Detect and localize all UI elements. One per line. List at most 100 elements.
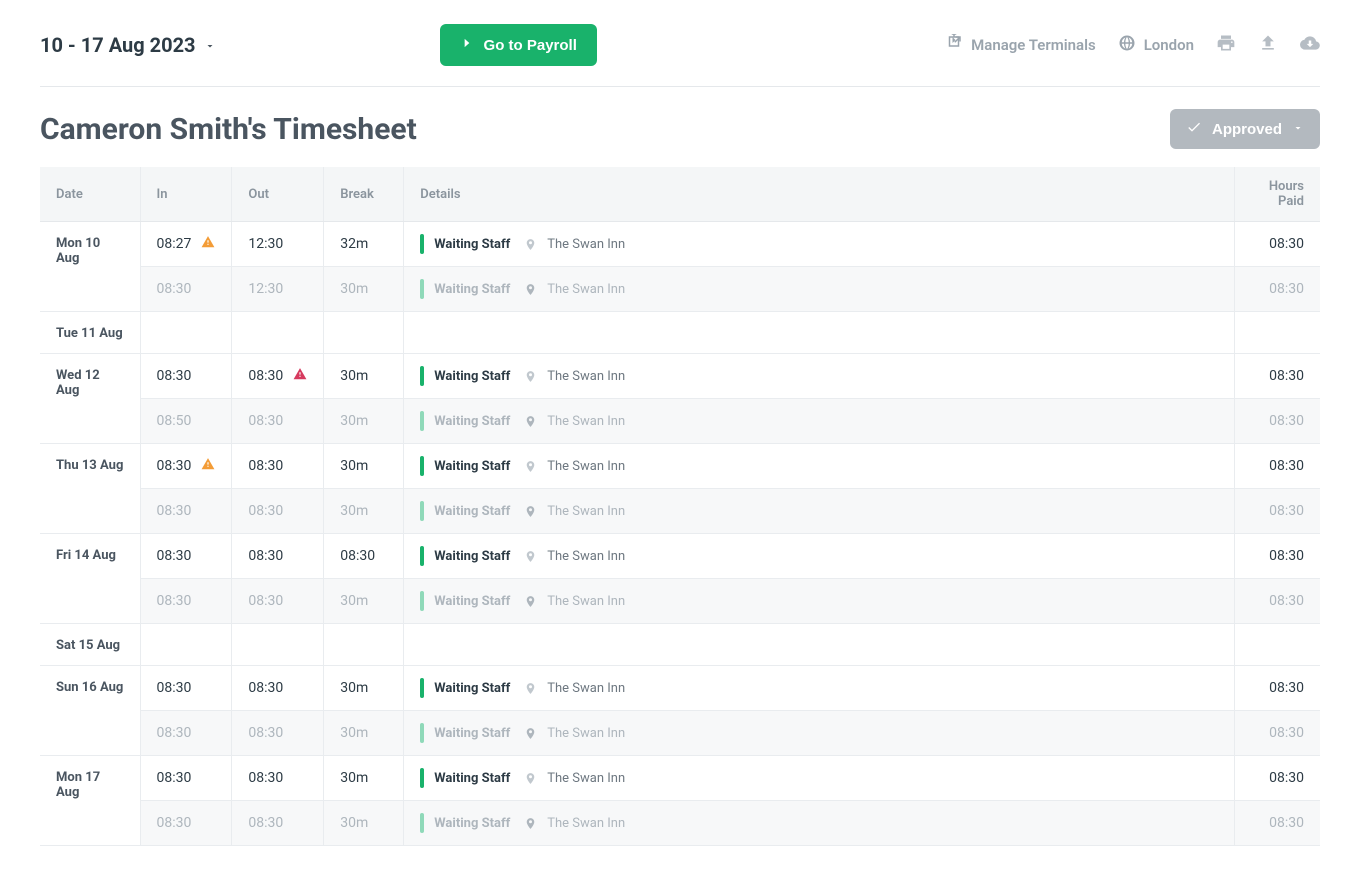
in-time: 08:30: [157, 725, 192, 741]
date-range-label: 10 - 17 Aug 2023: [40, 33, 196, 57]
out-time: 08:30: [248, 548, 283, 564]
manage-terminals-link[interactable]: Manage Terminals: [945, 34, 1096, 56]
details-cell[interactable]: Waiting StaffThe Swan Inn: [404, 756, 1234, 801]
location-label: The Swan Inn: [547, 282, 625, 297]
check-icon: [1186, 119, 1202, 139]
break-cell[interactable]: 30m: [324, 399, 404, 444]
table-row[interactable]: 08:3008:3030mWaiting StaffThe Swan Inn08…: [40, 579, 1320, 624]
table-row[interactable]: Thu 13 Aug08:3008:3030mWaiting StaffThe …: [40, 444, 1320, 489]
role-bar: [420, 456, 424, 476]
details-cell[interactable]: Waiting StaffThe Swan Inn: [404, 222, 1234, 267]
break-cell[interactable]: 30m: [324, 666, 404, 711]
role-bar: [420, 279, 424, 299]
role-bar: [420, 813, 424, 833]
in-cell[interactable]: 08:27: [140, 222, 232, 267]
out-time: 08:30: [248, 770, 283, 786]
in-cell[interactable]: 08:30: [140, 711, 232, 756]
break-value: 30m: [340, 593, 368, 609]
terminal-icon: [945, 34, 963, 56]
out-cell[interactable]: 08:30: [232, 354, 324, 399]
table-row[interactable]: Fri 14 Aug08:3008:3008:30Waiting StaffTh…: [40, 534, 1320, 579]
download-button[interactable]: [1300, 33, 1320, 57]
in-cell[interactable]: 08:30: [140, 267, 232, 312]
go-to-payroll-button[interactable]: Go to Payroll: [440, 24, 597, 66]
out-cell[interactable]: 08:30: [232, 399, 324, 444]
role-label: Waiting Staff: [434, 237, 510, 252]
out-cell[interactable]: 08:30: [232, 711, 324, 756]
table-row[interactable]: 08:3008:3030mWaiting StaffThe Swan Inn08…: [40, 711, 1320, 756]
date-range-selector[interactable]: 10 - 17 Aug 2023: [40, 33, 216, 57]
warning-orange-icon: [201, 235, 215, 253]
details-cell[interactable]: Waiting StaffThe Swan Inn: [404, 666, 1234, 711]
role-bar: [420, 546, 424, 566]
table-row[interactable]: Mon 17 Aug08:3008:3030mWaiting StaffThe …: [40, 756, 1320, 801]
approved-button[interactable]: Approved: [1170, 109, 1320, 149]
table-row[interactable]: Wed 12 Aug08:3008:3030mWaiting StaffThe …: [40, 354, 1320, 399]
go-to-payroll-label: Go to Payroll: [484, 37, 577, 54]
out-time: 08:30: [248, 815, 283, 831]
hours-paid-value: 08:30: [1269, 368, 1304, 384]
out-cell[interactable]: 08:30: [232, 534, 324, 579]
in-cell[interactable]: 08:30: [140, 444, 232, 489]
table-row[interactable]: Tue 11 Aug: [40, 312, 1320, 354]
out-cell[interactable]: 12:30: [232, 267, 324, 312]
table-row[interactable]: Sun 16 Aug08:3008:3030mWaiting StaffThe …: [40, 666, 1320, 711]
break-cell[interactable]: 30m: [324, 579, 404, 624]
col-out: Out: [232, 167, 324, 222]
details-cell[interactable]: Waiting StaffThe Swan Inn: [404, 267, 1234, 312]
break-value: 32m: [340, 236, 368, 252]
out-time: 08:30: [248, 503, 283, 519]
out-cell[interactable]: 08:30: [232, 666, 324, 711]
out-cell[interactable]: 08:30: [232, 489, 324, 534]
break-cell[interactable]: 30m: [324, 444, 404, 489]
out-cell[interactable]: 08:30: [232, 579, 324, 624]
empty-cell: [404, 312, 1234, 354]
break-cell[interactable]: 32m: [324, 222, 404, 267]
in-cell[interactable]: 08:50: [140, 399, 232, 444]
details-cell[interactable]: Waiting StaffThe Swan Inn: [404, 444, 1234, 489]
break-cell[interactable]: 30m: [324, 489, 404, 534]
table-row[interactable]: 08:3008:3030mWaiting StaffThe Swan Inn08…: [40, 489, 1320, 534]
details-cell[interactable]: Waiting StaffThe Swan Inn: [404, 801, 1234, 846]
break-cell[interactable]: 30m: [324, 756, 404, 801]
out-cell[interactable]: 08:30: [232, 801, 324, 846]
out-cell[interactable]: 08:30: [232, 444, 324, 489]
hours-paid-cell: 08:30: [1234, 801, 1320, 846]
in-cell[interactable]: 08:30: [140, 801, 232, 846]
in-cell[interactable]: 08:30: [140, 489, 232, 534]
in-cell[interactable]: 08:30: [140, 354, 232, 399]
in-cell[interactable]: 08:30: [140, 756, 232, 801]
in-cell[interactable]: 08:30: [140, 534, 232, 579]
details-cell[interactable]: Waiting StaffThe Swan Inn: [404, 579, 1234, 624]
break-cell[interactable]: 08:30: [324, 534, 404, 579]
details-cell[interactable]: Waiting StaffThe Swan Inn: [404, 489, 1234, 534]
date-cell: Tue 11 Aug: [40, 312, 140, 354]
break-cell[interactable]: 30m: [324, 801, 404, 846]
details-cell[interactable]: Waiting StaffThe Swan Inn: [404, 711, 1234, 756]
role-label: Waiting Staff: [434, 771, 510, 786]
break-cell[interactable]: 30m: [324, 354, 404, 399]
out-cell[interactable]: 12:30: [232, 222, 324, 267]
table-row[interactable]: 08:5008:3030mWaiting StaffThe Swan Inn08…: [40, 399, 1320, 444]
location-pin-icon: [524, 772, 537, 785]
in-cell[interactable]: 08:30: [140, 579, 232, 624]
table-row[interactable]: 08:3008:3030mWaiting StaffThe Swan Inn08…: [40, 801, 1320, 846]
location-selector[interactable]: London: [1118, 34, 1194, 56]
upload-button[interactable]: [1258, 33, 1278, 57]
table-row[interactable]: Mon 10 Aug08:2712:3032mWaiting StaffThe …: [40, 222, 1320, 267]
details-cell[interactable]: Waiting StaffThe Swan Inn: [404, 534, 1234, 579]
chevron-down-icon: [1292, 121, 1304, 138]
print-button[interactable]: [1216, 33, 1236, 57]
break-cell[interactable]: 30m: [324, 711, 404, 756]
location-label: London: [1144, 36, 1194, 54]
details-cell[interactable]: Waiting StaffThe Swan Inn: [404, 354, 1234, 399]
table-row[interactable]: 08:3012:3030mWaiting StaffThe Swan Inn08…: [40, 267, 1320, 312]
break-cell[interactable]: 30m: [324, 267, 404, 312]
details-cell[interactable]: Waiting StaffThe Swan Inn: [404, 399, 1234, 444]
hours-paid-cell: 08:30: [1234, 399, 1320, 444]
location-label: The Swan Inn: [547, 504, 625, 519]
in-cell[interactable]: 08:30: [140, 666, 232, 711]
table-row[interactable]: Sat 15 Aug: [40, 624, 1320, 666]
out-cell[interactable]: 08:30: [232, 756, 324, 801]
manage-terminals-label: Manage Terminals: [971, 36, 1096, 54]
